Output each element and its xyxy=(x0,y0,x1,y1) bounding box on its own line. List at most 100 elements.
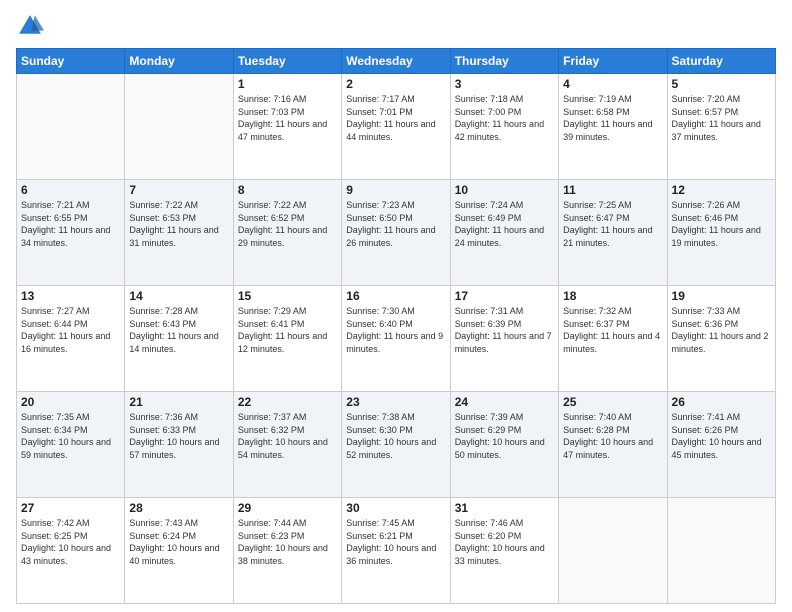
calendar-day-19: 19Sunrise: 7:33 AM Sunset: 6:36 PM Dayli… xyxy=(667,286,775,392)
day-number: 24 xyxy=(455,395,554,409)
day-info: Sunrise: 7:22 AM Sunset: 6:52 PM Dayligh… xyxy=(238,199,337,249)
day-number: 26 xyxy=(672,395,771,409)
day-info: Sunrise: 7:45 AM Sunset: 6:21 PM Dayligh… xyxy=(346,517,445,567)
day-number: 11 xyxy=(563,183,662,197)
logo-icon xyxy=(16,12,44,40)
day-info: Sunrise: 7:16 AM Sunset: 7:03 PM Dayligh… xyxy=(238,93,337,143)
weekday-header-monday: Monday xyxy=(125,49,233,74)
day-number: 25 xyxy=(563,395,662,409)
day-info: Sunrise: 7:32 AM Sunset: 6:37 PM Dayligh… xyxy=(563,305,662,355)
day-info: Sunrise: 7:39 AM Sunset: 6:29 PM Dayligh… xyxy=(455,411,554,461)
day-info: Sunrise: 7:38 AM Sunset: 6:30 PM Dayligh… xyxy=(346,411,445,461)
calendar-week-row: 20 Sunrise: 7:35 AM Sunset: 6:34 PM Dayli… xyxy=(17,392,776,498)
day-info: Sunrise: 7:18 AM Sunset: 7:00 PM Dayligh… xyxy=(455,93,554,143)
day-number: 2 xyxy=(346,77,445,91)
calendar-empty-cell xyxy=(667,498,775,604)
day-number: 13 xyxy=(21,289,120,303)
calendar-day-8: 8 Sunrise: 7:22 AM Sunset: 6:52 PM Daylig… xyxy=(233,180,341,286)
day-number: 22 xyxy=(238,395,337,409)
day-info: Sunrise: 7:36 AM Sunset: 6:33 PM Dayligh… xyxy=(129,411,228,461)
day-info: Sunrise: 7:19 AM Sunset: 6:58 PM Dayligh… xyxy=(563,93,662,143)
calendar-day-13: 13 Sunrise: 7:27 AM Sunset: 6:44 PM Dayli… xyxy=(17,286,125,392)
day-info: Sunrise: 7:46 AM Sunset: 6:20 PM Dayligh… xyxy=(455,517,554,567)
calendar-day-2: 2 Sunrise: 7:17 AM Sunset: 7:01 PM Daylig… xyxy=(342,74,450,180)
day-number: 28 xyxy=(129,501,228,515)
calendar-week-row: 13 Sunrise: 7:27 AM Sunset: 6:44 PM Dayli… xyxy=(17,286,776,392)
calendar-empty-cell xyxy=(559,498,667,604)
day-number: 18 xyxy=(563,289,662,303)
weekday-header-thursday: Thursday xyxy=(450,49,558,74)
logo xyxy=(16,12,48,40)
calendar-day-15: 15 Sunrise: 7:29 AM Sunset: 6:41 PM Dayli… xyxy=(233,286,341,392)
day-info: Sunrise: 7:35 AM Sunset: 6:34 PM Dayligh… xyxy=(21,411,120,461)
day-number: 14 xyxy=(129,289,228,303)
day-info: Sunrise: 7:44 AM Sunset: 6:23 PM Dayligh… xyxy=(238,517,337,567)
weekday-header-tuesday: Tuesday xyxy=(233,49,341,74)
day-info: Sunrise: 7:42 AM Sunset: 6:25 PM Dayligh… xyxy=(21,517,120,567)
day-info: Sunrise: 7:29 AM Sunset: 6:41 PM Dayligh… xyxy=(238,305,337,355)
calendar-day-27: 27 Sunrise: 7:42 AM Sunset: 6:25 PM Dayli… xyxy=(17,498,125,604)
day-number: 6 xyxy=(21,183,120,197)
calendar-day-3: 3 Sunrise: 7:18 AM Sunset: 7:00 PM Daylig… xyxy=(450,74,558,180)
calendar-day-23: 23 Sunrise: 7:38 AM Sunset: 6:30 PM Dayli… xyxy=(342,392,450,498)
day-info: Sunrise: 7:27 AM Sunset: 6:44 PM Dayligh… xyxy=(21,305,120,355)
calendar-day-26: 26 Sunrise: 7:41 AM Sunset: 6:26 PM Dayli… xyxy=(667,392,775,498)
calendar-day-7: 7Sunrise: 7:22 AM Sunset: 6:53 PM Daylig… xyxy=(125,180,233,286)
day-info: Sunrise: 7:20 AM Sunset: 6:57 PM Dayligh… xyxy=(672,93,771,143)
day-info: Sunrise: 7:41 AM Sunset: 6:26 PM Dayligh… xyxy=(672,411,771,461)
day-info: Sunrise: 7:31 AM Sunset: 6:39 PM Dayligh… xyxy=(455,305,554,355)
calendar-day-6: 6 Sunrise: 7:21 AM Sunset: 6:55 PM Daylig… xyxy=(17,180,125,286)
day-number: 7 xyxy=(129,183,228,197)
day-number: 17 xyxy=(455,289,554,303)
weekday-header-row: SundayMondayTuesdayWednesdayThursdayFrid… xyxy=(17,49,776,74)
day-number: 29 xyxy=(238,501,337,515)
calendar-day-18: 18 Sunrise: 7:32 AM Sunset: 6:37 PM Dayli… xyxy=(559,286,667,392)
day-number: 23 xyxy=(346,395,445,409)
day-info: Sunrise: 7:40 AM Sunset: 6:28 PM Dayligh… xyxy=(563,411,662,461)
calendar-week-row: 6 Sunrise: 7:21 AM Sunset: 6:55 PM Daylig… xyxy=(17,180,776,286)
calendar-empty-cell xyxy=(17,74,125,180)
calendar-day-14: 14 Sunrise: 7:28 AM Sunset: 6:43 PM Dayli… xyxy=(125,286,233,392)
calendar-day-17: 17 Sunrise: 7:31 AM Sunset: 6:39 PM Dayli… xyxy=(450,286,558,392)
day-number: 4 xyxy=(563,77,662,91)
day-info: Sunrise: 7:25 AM Sunset: 6:47 PM Dayligh… xyxy=(563,199,662,249)
calendar-table: SundayMondayTuesdayWednesdayThursdayFrid… xyxy=(16,48,776,604)
weekday-header-saturday: Saturday xyxy=(667,49,775,74)
day-number: 5 xyxy=(672,77,771,91)
day-number: 16 xyxy=(346,289,445,303)
day-number: 8 xyxy=(238,183,337,197)
header xyxy=(16,12,776,40)
day-number: 9 xyxy=(346,183,445,197)
calendar-day-24: 24 Sunrise: 7:39 AM Sunset: 6:29 PM Dayli… xyxy=(450,392,558,498)
calendar-day-4: 4 Sunrise: 7:19 AM Sunset: 6:58 PM Daylig… xyxy=(559,74,667,180)
calendar-day-11: 11 Sunrise: 7:25 AM Sunset: 6:47 PM Dayli… xyxy=(559,180,667,286)
day-info: Sunrise: 7:23 AM Sunset: 6:50 PM Dayligh… xyxy=(346,199,445,249)
day-number: 30 xyxy=(346,501,445,515)
calendar-day-12: 12Sunrise: 7:26 AM Sunset: 6:46 PM Dayli… xyxy=(667,180,775,286)
weekday-header-friday: Friday xyxy=(559,49,667,74)
calendar-day-28: 28Sunrise: 7:43 AM Sunset: 6:24 PM Dayli… xyxy=(125,498,233,604)
day-info: Sunrise: 7:17 AM Sunset: 7:01 PM Dayligh… xyxy=(346,93,445,143)
day-number: 10 xyxy=(455,183,554,197)
day-info: Sunrise: 7:33 AM Sunset: 6:36 PM Dayligh… xyxy=(672,305,771,355)
day-info: Sunrise: 7:30 AM Sunset: 6:40 PM Dayligh… xyxy=(346,305,445,355)
calendar-day-9: 9 Sunrise: 7:23 AM Sunset: 6:50 PM Daylig… xyxy=(342,180,450,286)
day-number: 3 xyxy=(455,77,554,91)
calendar-day-29: 29 Sunrise: 7:44 AM Sunset: 6:23 PM Dayli… xyxy=(233,498,341,604)
page: SundayMondayTuesdayWednesdayThursdayFrid… xyxy=(0,0,792,612)
calendar-day-1: 1 Sunrise: 7:16 AM Sunset: 7:03 PM Daylig… xyxy=(233,74,341,180)
calendar-day-30: 30 Sunrise: 7:45 AM Sunset: 6:21 PM Dayli… xyxy=(342,498,450,604)
day-info: Sunrise: 7:28 AM Sunset: 6:43 PM Dayligh… xyxy=(129,305,228,355)
day-number: 20 xyxy=(21,395,120,409)
day-number: 15 xyxy=(238,289,337,303)
calendar-day-10: 10Sunrise: 7:24 AM Sunset: 6:49 PM Dayli… xyxy=(450,180,558,286)
day-info: Sunrise: 7:21 AM Sunset: 6:55 PM Dayligh… xyxy=(21,199,120,249)
day-info: Sunrise: 7:37 AM Sunset: 6:32 PM Dayligh… xyxy=(238,411,337,461)
calendar-day-25: 25 Sunrise: 7:40 AM Sunset: 6:28 PM Dayli… xyxy=(559,392,667,498)
calendar-empty-cell xyxy=(125,74,233,180)
calendar-day-31: 31Sunrise: 7:46 AM Sunset: 6:20 PM Dayli… xyxy=(450,498,558,604)
day-number: 1 xyxy=(238,77,337,91)
day-number: 21 xyxy=(129,395,228,409)
day-number: 27 xyxy=(21,501,120,515)
calendar-day-16: 16 Sunrise: 7:30 AM Sunset: 6:40 PM Dayli… xyxy=(342,286,450,392)
